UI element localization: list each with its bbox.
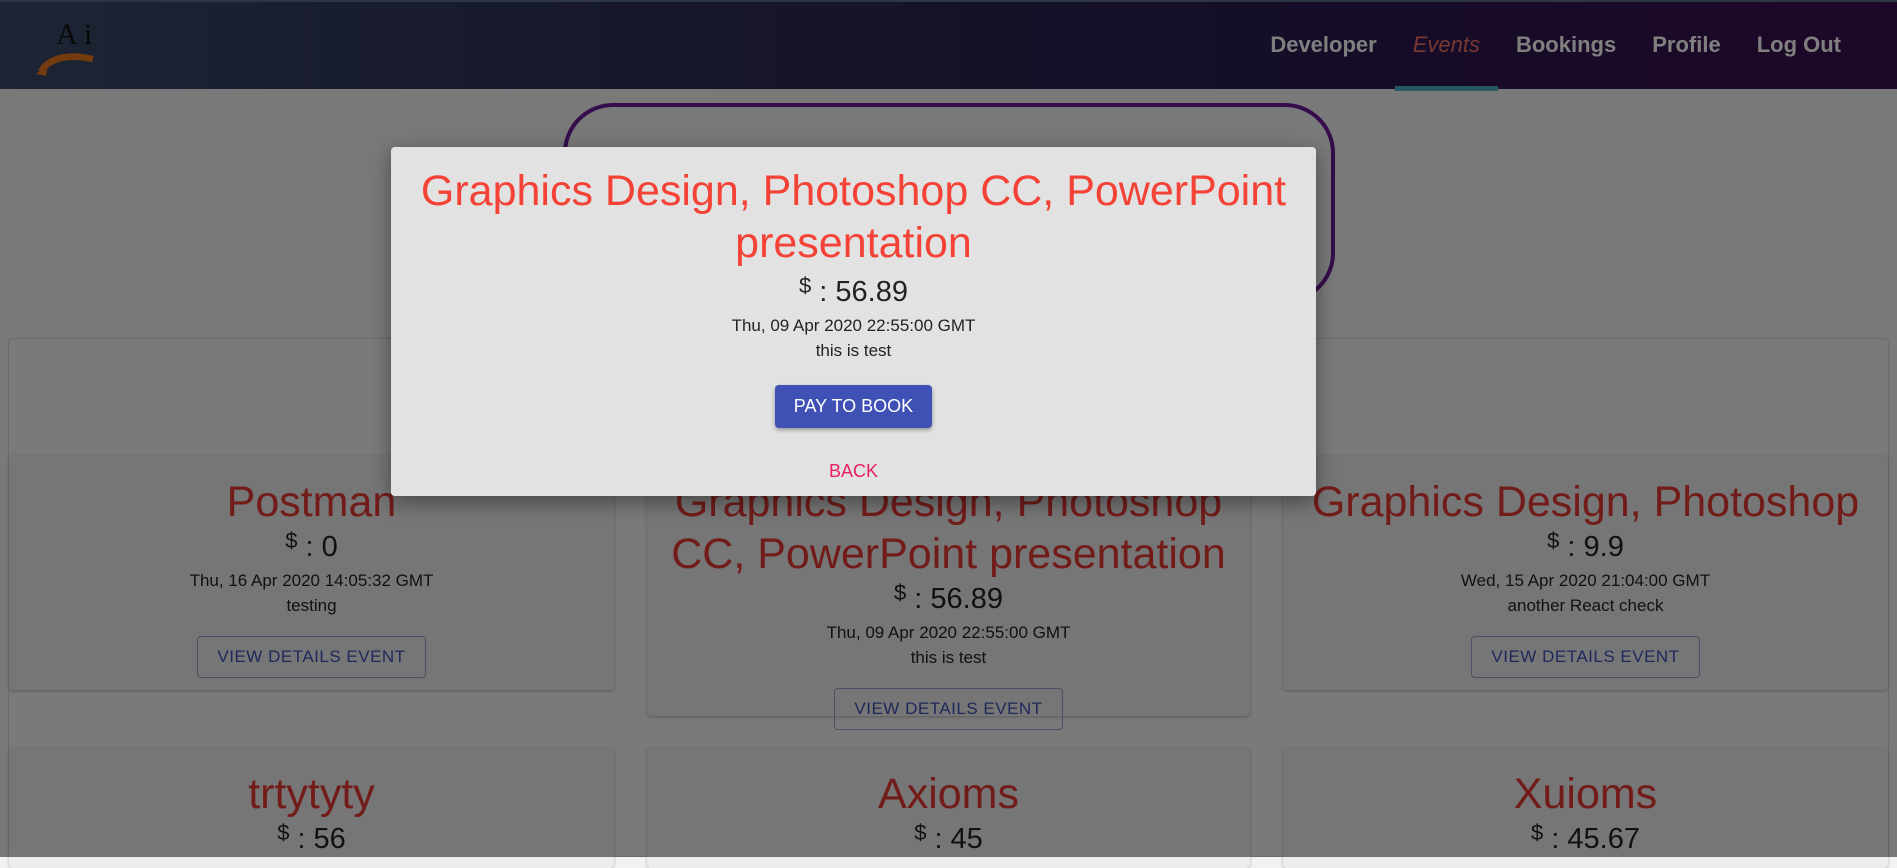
back-button[interactable]: BACK (824, 461, 884, 482)
modal-title: Graphics Design, Photoshop CC, PowerPoin… (420, 167, 1287, 267)
event-details-modal: Graphics Design, Photoshop CC, PowerPoin… (391, 147, 1316, 496)
modal-description: this is test (815, 341, 892, 360)
modal-date: Thu, 09 Apr 2020 22:55:00 GMT (731, 316, 976, 335)
modal-price: $ : 56.89 (391, 273, 1316, 313)
pay-to-book-button[interactable]: PAY TO BOOK (774, 385, 933, 428)
dollar-icon: $ (799, 273, 812, 298)
modal-price-value: : 56.89 (819, 276, 908, 308)
